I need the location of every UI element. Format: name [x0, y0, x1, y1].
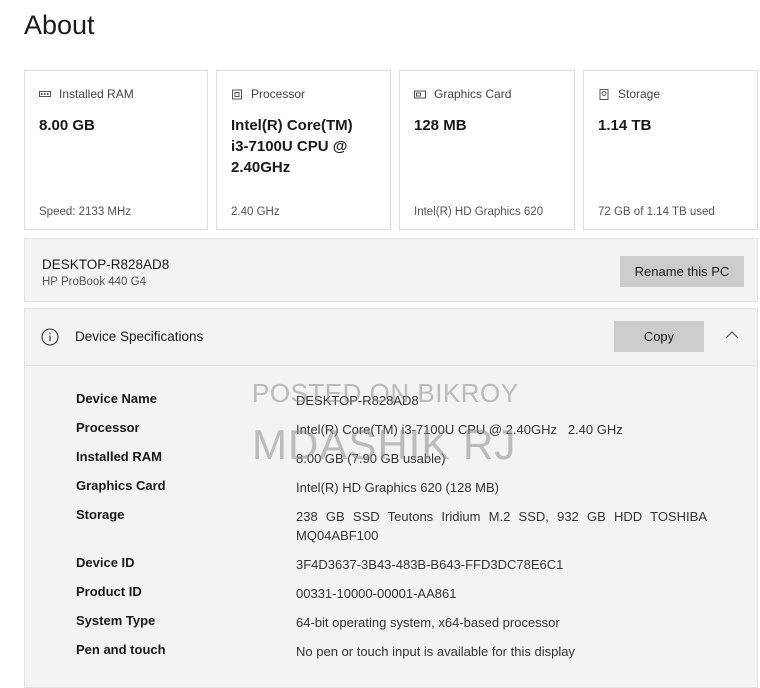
device-specifications-section: Device Specifications Copy Device Name D… [24, 308, 758, 688]
spec-value: 00331-10000-00001-AA861 [296, 586, 457, 601]
graphics-card-icon [414, 89, 426, 100]
spec-label: Storage [76, 507, 125, 522]
spec-label: Device ID [76, 555, 135, 570]
card-value: Intel(R) Core(TM) i3-7100U CPU @ 2.40GHz [231, 117, 353, 176]
card-graphics-card: Graphics Card 128 MB Intel(R) HD Graphic… [399, 70, 575, 230]
card-label: Graphics Card [434, 87, 512, 101]
spec-label: Device Name [76, 391, 157, 406]
card-detail: Intel(R) HD Graphics 620 [414, 206, 544, 218]
spec-label: System Type [76, 613, 156, 628]
card-label: Storage [618, 87, 661, 101]
copy-button[interactable]: Copy [614, 321, 704, 352]
card-detail: Speed: 2133 MHz [39, 206, 132, 218]
page-title: About [24, 10, 95, 40]
spec-value: 64-bit operating system, x64-based proce… [296, 615, 560, 630]
device-specifications-header[interactable]: Device Specifications Copy [25, 309, 757, 366]
chevron-up-icon[interactable] [724, 329, 740, 341]
card-detail: 2.40 GHz [231, 206, 280, 218]
spec-value: 8.00 GB (7.90 GB usable) [296, 451, 446, 466]
card-installed-ram: Installed RAM 8.00 GB Speed: 2133 MHz [24, 70, 208, 230]
card-label: Processor [251, 87, 306, 101]
card-label: Installed RAM [59, 87, 134, 101]
card-storage: Storage 1.14 TB 72 GB of 1.14 TB used [583, 70, 758, 230]
card-detail: 72 GB of 1.14 TB used [598, 206, 715, 218]
card-value: 128 MB [414, 117, 467, 134]
pc-name: DESKTOP-R828AD8 [42, 257, 170, 272]
spec-label: Installed RAM [76, 449, 162, 464]
pc-name-section: DESKTOP-R828AD8 HP ProBook 440 G4 Rename… [24, 238, 758, 302]
card-value: 1.14 TB [598, 117, 652, 134]
rename-pc-button[interactable]: Rename this PC [620, 256, 744, 287]
info-icon [41, 328, 59, 346]
storage-icon [598, 88, 610, 100]
spec-value: DESKTOP-R828AD8 [296, 393, 419, 408]
ram-icon [39, 89, 51, 100]
card-processor: Processor Intel(R) Core(TM) i3-7100U CPU… [216, 70, 391, 230]
pc-model: HP ProBook 440 G4 [42, 276, 146, 288]
section-title: Device Specifications [75, 329, 204, 344]
spec-value: No pen or touch input is available for t… [296, 644, 575, 659]
card-value: 8.00 GB [39, 117, 95, 134]
spec-label: Product ID [76, 584, 142, 599]
processor-icon [231, 89, 243, 100]
spec-value: 238 GB SSD Teutons Iridium M.2 SSD, 932 … [296, 509, 707, 543]
spec-label: Graphics Card [76, 478, 166, 493]
spec-value: Intel(R) HD Graphics 620 (128 MB) [296, 480, 500, 495]
spec-value: Intel(R) Core(TM) i3-7100U CPU @ 2.40GHz… [296, 422, 623, 437]
spec-label: Pen and touch [76, 642, 166, 657]
summary-cards: Installed RAM 8.00 GB Speed: 2133 MHz Pr… [24, 70, 758, 230]
spec-label: Processor [76, 420, 140, 435]
spec-value: 3F4D3637-3B43-483B-B643-FFD3DC78E6C1 [296, 557, 564, 572]
